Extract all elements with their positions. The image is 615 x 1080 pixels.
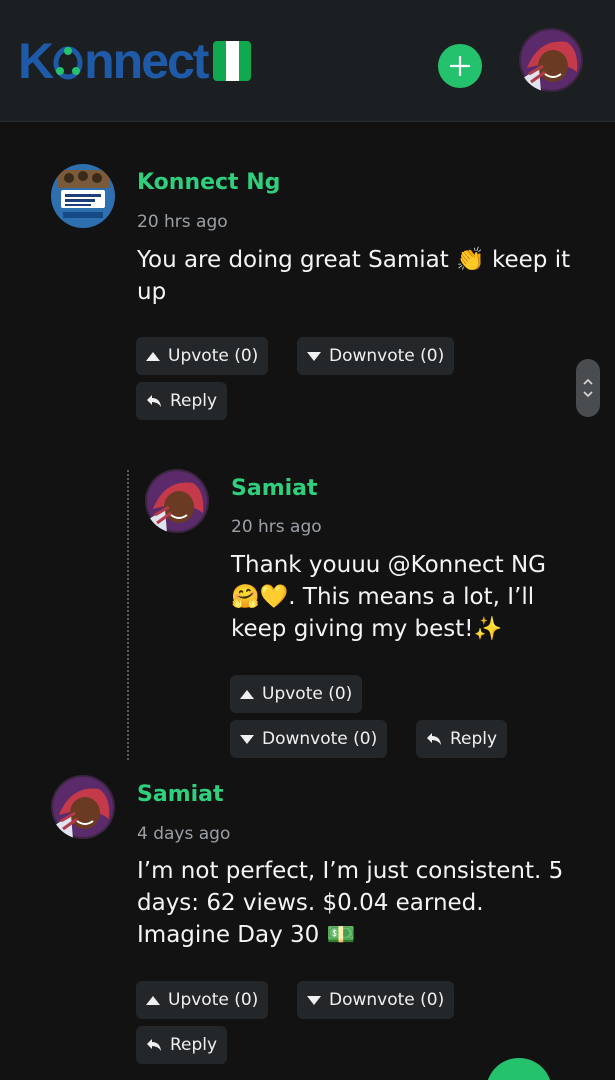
downvote-button[interactable]: Downvote (0) bbox=[230, 720, 388, 758]
samiat-avatar[interactable] bbox=[51, 775, 115, 839]
reply-label: Reply bbox=[170, 1035, 218, 1055]
chevron-up-icon bbox=[583, 378, 593, 385]
caret-down-icon bbox=[240, 734, 254, 744]
samiat-avatar[interactable] bbox=[145, 469, 209, 533]
nigeria-flag-icon bbox=[213, 41, 252, 81]
reply-label: Reply bbox=[170, 391, 218, 411]
downvote-label: Downvote (0) bbox=[262, 729, 378, 749]
comment-text: I’m not perfect, I’m just consistent. 5 … bbox=[137, 858, 564, 948]
floating-action-button[interactable] bbox=[486, 1058, 552, 1080]
downvote-label: Downvote (0) bbox=[329, 346, 445, 366]
reply-arrow-icon bbox=[147, 1039, 161, 1051]
reply-button[interactable]: Reply bbox=[136, 1026, 228, 1064]
comment-timestamp: 20 hrs ago bbox=[231, 517, 322, 537]
comment-author[interactable]: Samiat bbox=[231, 476, 318, 501]
reply-arrow-icon bbox=[427, 733, 441, 745]
downvote-button[interactable]: Downvote (0) bbox=[297, 337, 455, 375]
upvote-label: Upvote (0) bbox=[168, 346, 259, 366]
profile-avatar[interactable] bbox=[519, 28, 583, 92]
chevron-down-icon bbox=[583, 391, 593, 398]
upvote-button[interactable]: Upvote (0) bbox=[136, 337, 269, 375]
upvote-label: Upvote (0) bbox=[262, 684, 353, 704]
comment-text: Thank youuu @Konnect NG 🤗💛. This means a… bbox=[231, 552, 546, 642]
caret-up-icon bbox=[240, 689, 254, 699]
comment-author[interactable]: Samiat bbox=[137, 782, 224, 807]
upvote-label: Upvote (0) bbox=[168, 990, 259, 1010]
downvote-button[interactable]: Downvote (0) bbox=[297, 981, 455, 1019]
reply-button[interactable]: Reply bbox=[136, 382, 228, 420]
konnect-ng-avatar[interactable] bbox=[51, 164, 115, 228]
reply-arrow-icon bbox=[147, 395, 161, 407]
caret-up-icon bbox=[146, 995, 160, 1005]
scroll-control[interactable] bbox=[576, 359, 600, 417]
app-header: K nnect bbox=[0, 0, 615, 122]
caret-down-icon bbox=[307, 351, 321, 361]
upvote-button[interactable]: Upvote (0) bbox=[136, 981, 269, 1019]
downvote-label: Downvote (0) bbox=[329, 990, 445, 1010]
reply-button[interactable]: Reply bbox=[416, 720, 508, 758]
comment-timestamp: 4 days ago bbox=[137, 824, 231, 844]
plus-icon bbox=[449, 55, 471, 77]
logo-o-glyph bbox=[53, 41, 83, 81]
reply-label: Reply bbox=[450, 729, 498, 749]
comment-text: You are doing great Samiat 👏 keep it up bbox=[137, 247, 571, 305]
logo-k: K bbox=[18, 33, 54, 89]
konnect-logo[interactable]: K nnect bbox=[18, 33, 252, 89]
caret-down-icon bbox=[307, 995, 321, 1005]
caret-up-icon bbox=[146, 351, 160, 361]
comment-author[interactable]: Konnect Ng bbox=[137, 170, 280, 195]
add-post-button[interactable] bbox=[438, 44, 482, 88]
upvote-button[interactable]: Upvote (0) bbox=[230, 675, 363, 713]
comment-timestamp: 20 hrs ago bbox=[137, 212, 228, 232]
logo-text-rest: nnect bbox=[84, 33, 209, 89]
reply-thread-line bbox=[127, 470, 129, 760]
